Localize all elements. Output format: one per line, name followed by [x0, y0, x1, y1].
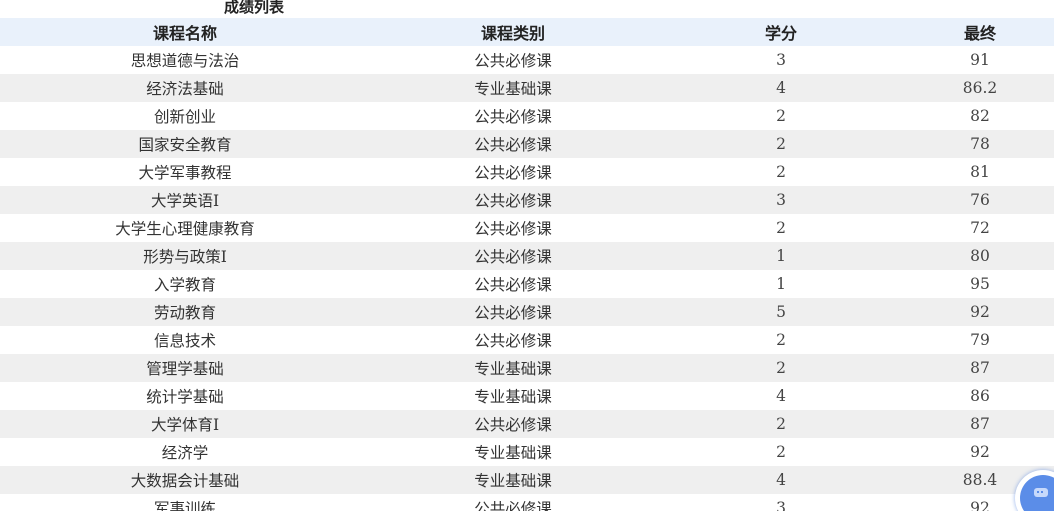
cell-course-category: 专业基础课: [474, 444, 552, 462]
cell-final-score: 80: [906, 242, 1054, 270]
grade-list-page: 成绩列表 课程名称 课程类别 学分 最终 思想道德与法治 公共必修课 3 91 经济法基…: [0, 0, 1054, 511]
cell-course-category: 公共必修课: [474, 276, 552, 294]
title-bar: 成绩列表: [0, 0, 1054, 18]
table-body: 思想道德与法治 公共必修课 3 91 经济法基础 专业基础课 4 86.2 创新创业 公共必修课 2…: [0, 46, 1054, 511]
cell-course-category: 公共必修课: [370, 130, 656, 158]
table-row[interactable]: 劳动教育 公共必修课 5 92: [0, 298, 1054, 326]
cell-credit: 3: [656, 186, 906, 214]
cell-final-score: 92: [970, 443, 990, 461]
table-row[interactable]: 大学军事教程 公共必修课 2 81: [0, 158, 1054, 186]
cell-credit: 1: [656, 242, 906, 270]
table-row[interactable]: 创新创业 公共必修课 2 82: [0, 102, 1054, 130]
cell-course-category: 公共必修课: [474, 220, 552, 238]
cell-credit: 1: [776, 275, 786, 293]
cell-course-name: 大学体育I: [0, 410, 370, 438]
page-title: 成绩列表: [224, 0, 285, 16]
table-row[interactable]: 思想道德与法治 公共必修课 3 91: [0, 46, 1054, 74]
table-row[interactable]: 统计学基础 专业基础课 4 86: [0, 382, 1054, 410]
table-row[interactable]: 入学教育 公共必修课 1 95: [0, 270, 1054, 298]
cell-final-score: 86.2: [906, 74, 1054, 102]
cell-course-category: 公共必修课: [370, 186, 656, 214]
cell-course-category: 公共必修课: [474, 332, 552, 350]
cell-credit: 2: [776, 443, 786, 461]
table-row[interactable]: 经济学 专业基础课 2 92: [0, 438, 1054, 466]
cell-credit: 4: [656, 74, 906, 102]
cell-course-category: 专业基础课: [370, 466, 656, 494]
cell-course-name: 创新创业: [153, 108, 216, 126]
floating-button-core: [1020, 475, 1054, 511]
cell-credit: 4: [656, 466, 906, 494]
cell-course-name: 统计学基础: [146, 388, 224, 406]
cell-final-score: 81: [970, 163, 990, 181]
cell-course-category: 专业基础课: [474, 388, 552, 406]
cell-course-name: 劳动教育: [0, 298, 370, 326]
cell-final-score: 82: [970, 107, 990, 125]
cell-final-score: 95: [970, 275, 990, 293]
table-row[interactable]: 大学生心理健康教育 公共必修课 2 72: [0, 214, 1054, 242]
header-course-category[interactable]: 课程类别: [370, 18, 656, 46]
cell-course-name: 经济学: [161, 444, 209, 462]
cell-credit: 2: [776, 331, 786, 349]
cell-credit: 3: [776, 499, 786, 511]
cell-course-category: 公共必修课: [474, 108, 552, 126]
cell-course-name: 大学英语I: [0, 186, 370, 214]
cell-final-score: 72: [970, 219, 990, 237]
cell-credit: 2: [776, 107, 786, 125]
cell-final-score: 87: [906, 410, 1054, 438]
cell-course-category: 公共必修课: [370, 298, 656, 326]
cell-course-category: 公共必修课: [474, 500, 552, 511]
cell-credit: 2: [776, 219, 786, 237]
table-row[interactable]: 大数据会计基础 专业基础课 4 88.4: [0, 466, 1054, 494]
table-row[interactable]: 国家安全教育 公共必修课 2 78: [0, 130, 1054, 158]
cell-final-score: 92: [906, 298, 1054, 326]
table-row[interactable]: 大学英语I 公共必修课 3 76: [0, 186, 1054, 214]
cell-course-category: 专业基础课: [370, 354, 656, 382]
header-course-name[interactable]: 课程名称: [0, 18, 370, 46]
cell-course-name: 经济法基础: [0, 74, 370, 102]
cell-credit: 5: [656, 298, 906, 326]
cell-course-category: 公共必修课: [370, 410, 656, 438]
cell-final-score: 76: [906, 186, 1054, 214]
table-row[interactable]: 管理学基础 专业基础课 2 87: [0, 354, 1054, 382]
cell-course-name: 管理学基础: [0, 354, 370, 382]
cell-final-score: 79: [970, 331, 990, 349]
table-row[interactable]: 信息技术 公共必修课 2 79: [0, 326, 1054, 354]
cell-course-name: 信息技术: [153, 332, 216, 350]
cell-course-name: 大数据会计基础: [0, 466, 370, 494]
table-header: 课程名称 课程类别 学分 最终: [0, 18, 1054, 46]
header-final-score[interactable]: 最终: [906, 18, 1054, 46]
table-row[interactable]: 大学体育I 公共必修课 2 87: [0, 410, 1054, 438]
cell-credit: 2: [656, 410, 906, 438]
cell-course-category: 公共必修课: [370, 242, 656, 270]
cell-credit: 3: [776, 51, 786, 69]
table-row[interactable]: 经济法基础 专业基础课 4 86.2: [0, 74, 1054, 102]
cell-final-score: 78: [906, 130, 1054, 158]
cell-credit: 2: [656, 354, 906, 382]
cell-course-name: 入学教育: [153, 276, 216, 294]
cell-course-name: 大学生心理健康教育: [115, 220, 255, 238]
table-row[interactable]: 形势与政策I 公共必修课 1 80: [0, 242, 1054, 270]
cell-course-name: 国家安全教育: [0, 130, 370, 158]
cell-course-name: 军事训练: [153, 500, 216, 511]
header-credit[interactable]: 学分: [656, 18, 906, 46]
cell-final-score: 87: [906, 354, 1054, 382]
cell-credit: 4: [776, 387, 786, 405]
cell-credit: 2: [656, 130, 906, 158]
cell-final-score: 91: [970, 51, 990, 69]
cell-final-score: 86: [970, 387, 990, 405]
chat-icon: [1034, 488, 1048, 497]
cell-course-category: 公共必修课: [474, 52, 552, 70]
cell-course-name: 大学军事教程: [138, 164, 232, 182]
table-row[interactable]: 军事训练 公共必修课 3 92: [0, 494, 1054, 511]
cell-course-name: 形势与政策I: [0, 242, 370, 270]
cell-course-category: 公共必修课: [474, 164, 552, 182]
header-row: 课程名称 课程类别 学分 最终: [0, 18, 1054, 46]
grades-table: 课程名称 课程类别 学分 最终 思想道德与法治 公共必修课 3 91 经济法基础 专业基础…: [0, 18, 1054, 511]
cell-course-category: 专业基础课: [370, 74, 656, 102]
cell-credit: 2: [776, 163, 786, 181]
cell-course-name: 思想道德与法治: [130, 52, 240, 70]
